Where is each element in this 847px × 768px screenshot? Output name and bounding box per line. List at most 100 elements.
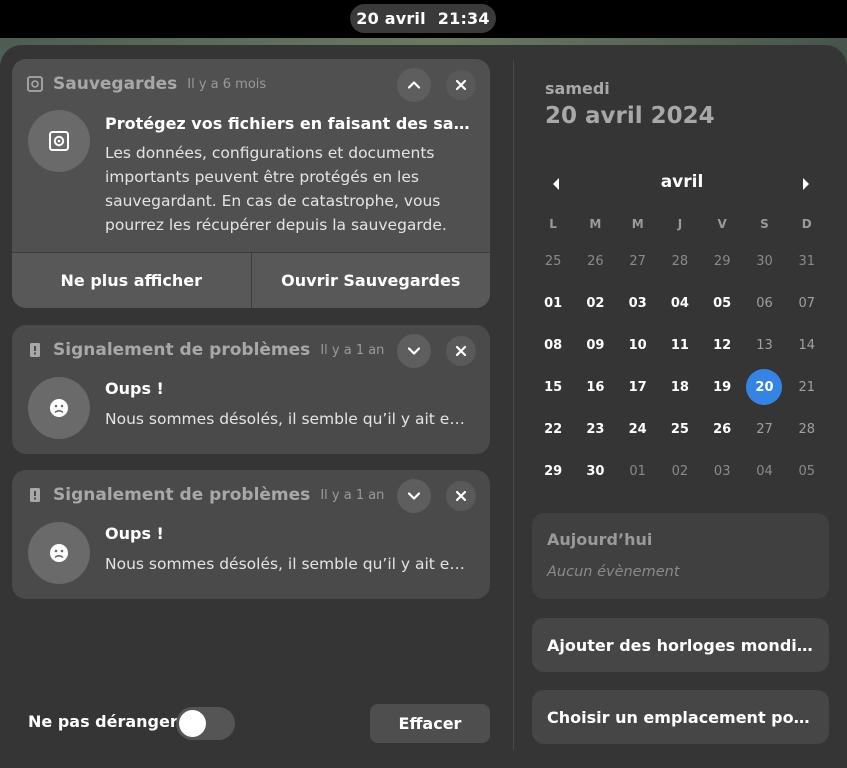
calendar-day-other-month[interactable]: 04 bbox=[743, 450, 785, 492]
report-icon bbox=[27, 342, 43, 358]
calendar-day-header: M bbox=[589, 217, 602, 231]
collapse-button[interactable] bbox=[397, 68, 431, 102]
calendar-day[interactable]: 02 bbox=[574, 282, 616, 324]
close-notification-button[interactable] bbox=[446, 70, 476, 100]
calendar-day[interactable]: 08 bbox=[532, 324, 574, 366]
calendar-day[interactable]: 21 bbox=[786, 366, 828, 408]
calendar-day[interactable]: 01 bbox=[532, 282, 574, 324]
calendar-day[interactable]: 13 bbox=[743, 324, 785, 366]
calendar-full-date[interactable]: 20 avril 2024 bbox=[545, 103, 715, 129]
calendar-day[interactable]: 04 bbox=[659, 282, 701, 324]
close-notification-button[interactable] bbox=[446, 336, 476, 366]
calendar-day[interactable]: 27 bbox=[743, 408, 785, 450]
sad-face-icon bbox=[50, 399, 68, 417]
expand-button[interactable] bbox=[397, 479, 431, 513]
calendar-day[interactable]: 15 bbox=[532, 366, 574, 408]
calendar-day-today[interactable]: 20 bbox=[743, 366, 785, 408]
calendar-day[interactable]: 06 bbox=[743, 282, 785, 324]
calendar-day[interactable]: 22 bbox=[532, 408, 574, 450]
calendar-day-other-month[interactable]: 29 bbox=[701, 240, 743, 282]
calendar-day-other-month[interactable]: 25 bbox=[532, 240, 574, 282]
calendar-day-other-month[interactable]: 26 bbox=[574, 240, 616, 282]
calendar-day[interactable]: 05 bbox=[701, 282, 743, 324]
triangle-right-icon bbox=[803, 178, 809, 190]
clear-notifications-button[interactable]: Effacer bbox=[370, 704, 490, 743]
calendar-day-header: J bbox=[677, 217, 683, 231]
calendar-day-other-month[interactable]: 03 bbox=[701, 450, 743, 492]
clock-time: 21:34 bbox=[437, 9, 490, 28]
events-section[interactable]: Aujourd’hui Aucun évènement bbox=[532, 513, 829, 599]
calendar-day[interactable]: 28 bbox=[786, 408, 828, 450]
calendar-day[interactable]: 12 bbox=[701, 324, 743, 366]
calendar-day[interactable]: 10 bbox=[617, 324, 659, 366]
notification-body: Les données, configurations et documents… bbox=[105, 144, 447, 234]
calendar-day-other-month[interactable]: 31 bbox=[786, 240, 828, 282]
calendar-day[interactable]: 18 bbox=[659, 366, 701, 408]
calendar-day[interactable]: 29 bbox=[532, 450, 574, 492]
close-icon bbox=[455, 79, 467, 91]
notification-app-name: Signalement de problèmes bbox=[53, 340, 311, 360]
calendar-day-other-month[interactable]: 28 bbox=[659, 240, 701, 282]
notification-title: Oups ! bbox=[105, 379, 164, 398]
calendar-day[interactable]: 09 bbox=[574, 324, 616, 366]
panel-divider bbox=[513, 60, 514, 750]
notification-backup[interactable]: Sauvegardes Il y a 6 mois Protégez vos f… bbox=[12, 59, 490, 308]
choose-weather-location-button[interactable]: Choisir un emplacement pour la météo… bbox=[532, 690, 829, 744]
chevron-down-icon bbox=[407, 492, 421, 500]
calendar-day[interactable]: 25 bbox=[659, 408, 701, 450]
notification-avatar bbox=[28, 377, 90, 439]
clock-date: 20 avril bbox=[356, 9, 426, 28]
calendar-day-headers: LMMJVSD bbox=[532, 208, 828, 240]
notification-body: Nous sommes désolés, il semble qu’il y a… bbox=[105, 410, 470, 428]
notification-title: Oups ! bbox=[105, 524, 164, 543]
notification-actions: Ne plus afficher Ouvrir Sauvegardes bbox=[12, 252, 490, 308]
notification-avatar bbox=[28, 522, 90, 584]
open-backups-button[interactable]: Ouvrir Sauvegardes bbox=[250, 253, 490, 308]
month-label: avril bbox=[660, 172, 704, 192]
calendar-grid: LMMJVSD 25 26 27 28 29 30 31 01 02 03 04 05 06 07 08 09… bbox=[532, 208, 828, 492]
expand-button[interactable] bbox=[397, 334, 431, 368]
calendar-day[interactable]: 23 bbox=[574, 408, 616, 450]
notification-time: Il y a 6 mois bbox=[187, 76, 267, 92]
calendar-week-row: 29 30 01 02 03 04 05 bbox=[532, 450, 828, 492]
calendar-day[interactable]: 07 bbox=[786, 282, 828, 324]
report-icon bbox=[27, 487, 43, 503]
calendar-week-row: 01 02 03 04 05 06 07 bbox=[532, 282, 828, 324]
notification-title: Protégez vos fichiers en faisant des sau… bbox=[105, 114, 470, 133]
events-empty-label: Aucun évènement bbox=[547, 564, 680, 580]
toggle-knob bbox=[179, 710, 206, 737]
calendar-weekday[interactable]: samedi bbox=[545, 79, 610, 98]
notification-problem-report[interactable]: Signalement de problèmes Il y a 1 an Oup… bbox=[12, 325, 490, 454]
calendar-day[interactable]: 24 bbox=[617, 408, 659, 450]
calendar-day[interactable]: 16 bbox=[574, 366, 616, 408]
calendar-day[interactable]: 11 bbox=[659, 324, 701, 366]
calendar-day[interactable]: 17 bbox=[617, 366, 659, 408]
calendar-day-other-month[interactable]: 27 bbox=[617, 240, 659, 282]
calendar-day[interactable]: 03 bbox=[617, 282, 659, 324]
calendar-week-row: 08 09 10 11 12 13 14 bbox=[532, 324, 828, 366]
add-world-clocks-button[interactable]: Ajouter des horloges mondiales… bbox=[532, 618, 829, 672]
next-month-button[interactable] bbox=[792, 170, 820, 198]
events-title: Aujourd’hui bbox=[547, 530, 653, 549]
calendar-day[interactable]: 14 bbox=[786, 324, 828, 366]
close-notification-button[interactable] bbox=[446, 481, 476, 511]
sad-face-icon bbox=[50, 544, 68, 562]
top-bar: 20 avril 21:34 bbox=[0, 0, 847, 38]
calendar-day-other-month[interactable]: 01 bbox=[617, 450, 659, 492]
calendar-day-other-month[interactable]: 30 bbox=[743, 240, 785, 282]
month-navigation: avril bbox=[534, 168, 830, 200]
calendar-day-other-month[interactable]: 05 bbox=[786, 450, 828, 492]
calendar-day-other-month[interactable]: 02 bbox=[659, 450, 701, 492]
notification-problem-report[interactable]: Signalement de problèmes Il y a 1 an Oup… bbox=[12, 470, 490, 599]
close-icon bbox=[455, 490, 467, 502]
calendar-day-header: S bbox=[760, 217, 769, 231]
calendar-day[interactable]: 30 bbox=[574, 450, 616, 492]
calendar-day[interactable]: 19 bbox=[701, 366, 743, 408]
do-not-disturb-label: Ne pas déranger bbox=[28, 712, 178, 731]
clock-button[interactable]: 20 avril 21:34 bbox=[350, 4, 496, 33]
dont-show-again-button[interactable]: Ne plus afficher bbox=[12, 253, 251, 308]
safe-icon bbox=[27, 76, 43, 92]
calendar-day[interactable]: 26 bbox=[701, 408, 743, 450]
chevron-down-icon bbox=[407, 347, 421, 355]
do-not-disturb-toggle[interactable] bbox=[176, 707, 235, 740]
